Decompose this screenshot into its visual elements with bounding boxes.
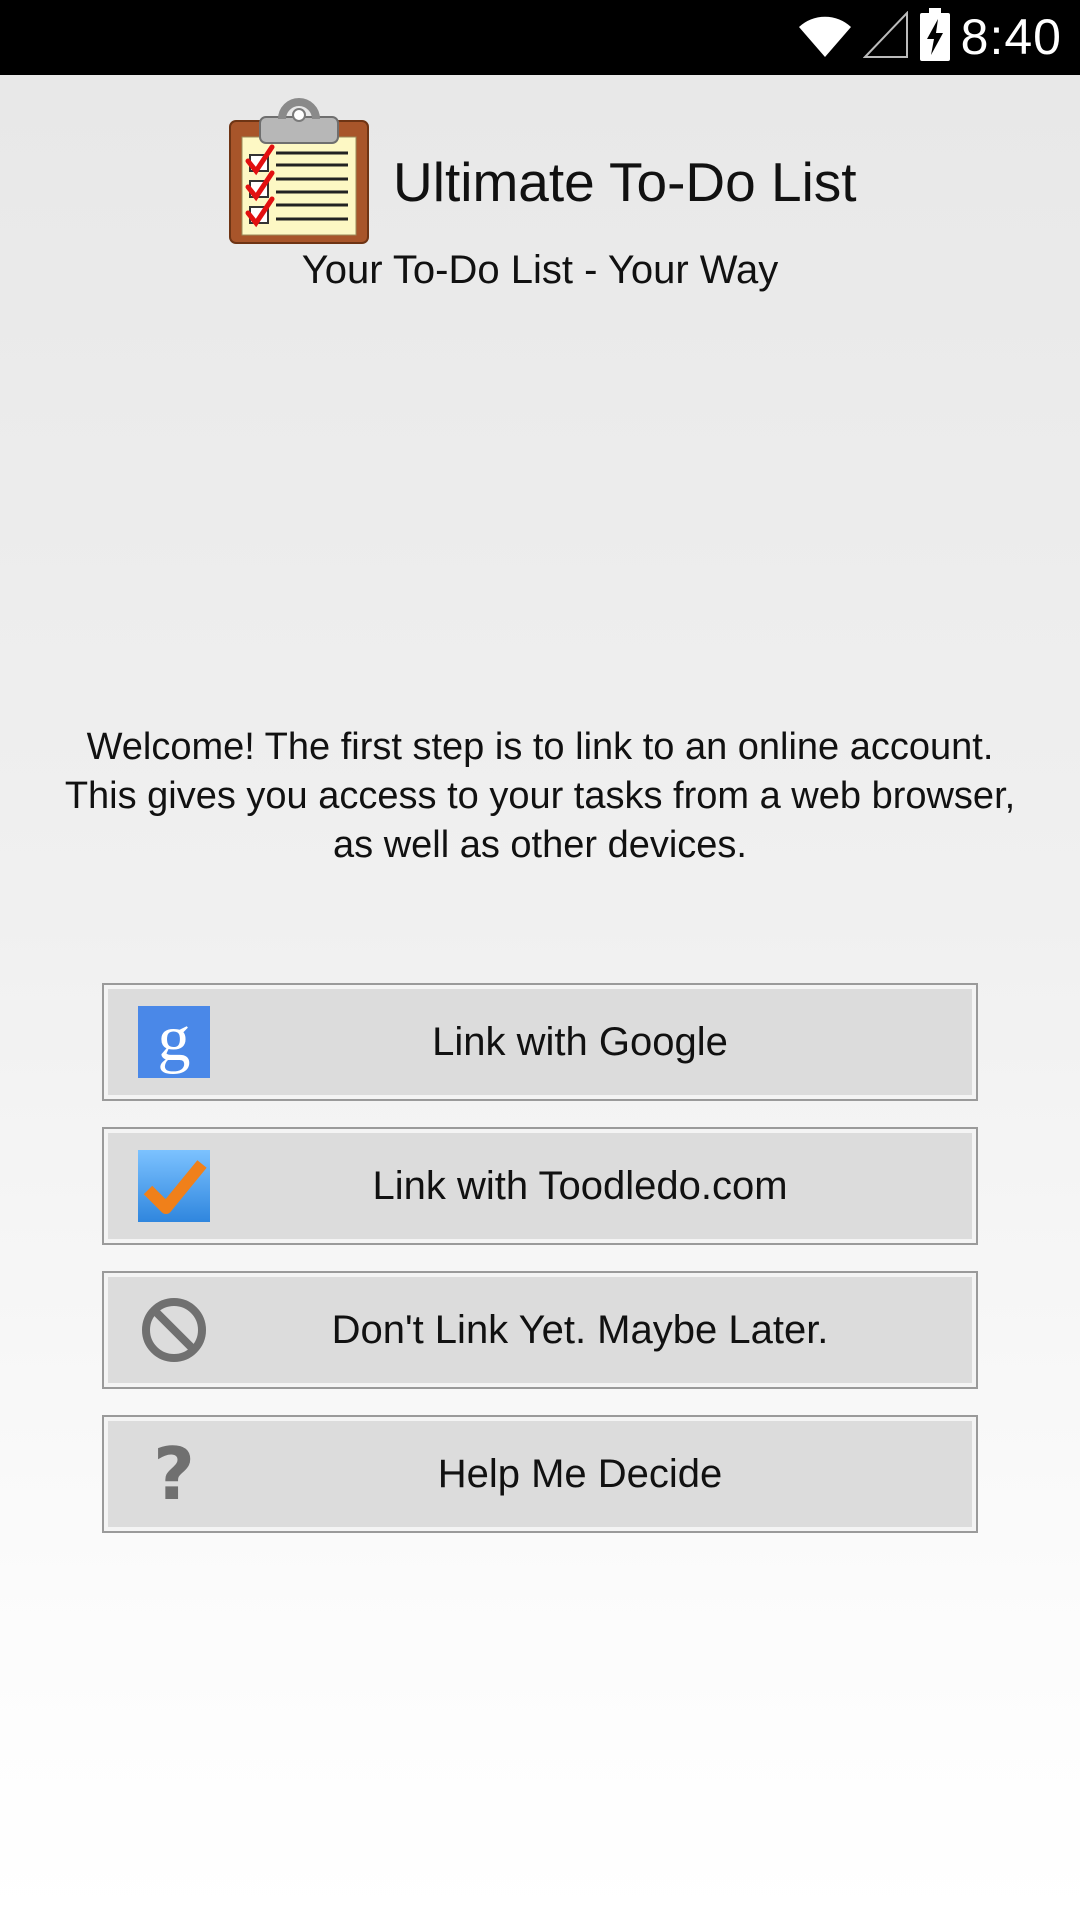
question-mark-icon: ? [138,1438,210,1510]
welcome-line: This gives you access to your tasks from… [64,775,1016,817]
welcome-line: as well as other devices. [333,824,747,866]
setup-screen: Ultimate To-Do List Your To-Do List - Yo… [0,75,1080,1920]
toodledo-icon [138,1150,210,1222]
link-google-label: Link with Google [432,1019,728,1064]
help-me-decide-button[interactable]: ? Help Me Decide [102,1415,978,1533]
help-me-decide-button-face[interactable]: ? Help Me Decide [108,1421,972,1527]
dont-link-button-face[interactable]: Don't Link Yet. Maybe Later. [108,1277,972,1383]
welcome-line: Welcome! The first step is to link to an… [86,726,994,768]
link-toodledo-button[interactable]: Link with Toodledo.com [102,1127,978,1245]
link-toodledo-button-face[interactable]: Link with Toodledo.com [108,1133,972,1239]
no-symbol-icon [138,1294,210,1366]
app-title: Ultimate To-Do List [393,151,857,213]
clipboard-checklist-icon [226,97,372,245]
status-icons: 8:40 [797,0,1062,75]
link-google-button-face[interactable]: g Link with Google [108,989,972,1095]
question-mark-glyph: ? [153,1432,195,1516]
google-icon: g [138,1006,210,1078]
app-subtitle: Your To-Do List - Your Way [301,248,779,292]
battery-charging-icon [919,8,951,67]
status-time: 8:40 [960,9,1062,65]
link-toodledo-label: Link with Toodledo.com [372,1163,788,1208]
cell-signal-icon [862,10,909,64]
welcome-message: Welcome! The first step is to link to an… [0,723,1080,870]
app-header: Ultimate To-Do List Your To-Do List - Yo… [0,75,1080,305]
link-google-button[interactable]: g Link with Google [102,983,978,1101]
wifi-icon [797,11,853,64]
dont-link-label: Don't Link Yet. Maybe Later. [331,1307,829,1352]
google-g-glyph: g [138,1006,210,1078]
help-me-decide-label: Help Me Decide [437,1451,723,1496]
dont-link-button[interactable]: Don't Link Yet. Maybe Later. [102,1271,978,1389]
status-bar: 8:40 [0,0,1080,75]
